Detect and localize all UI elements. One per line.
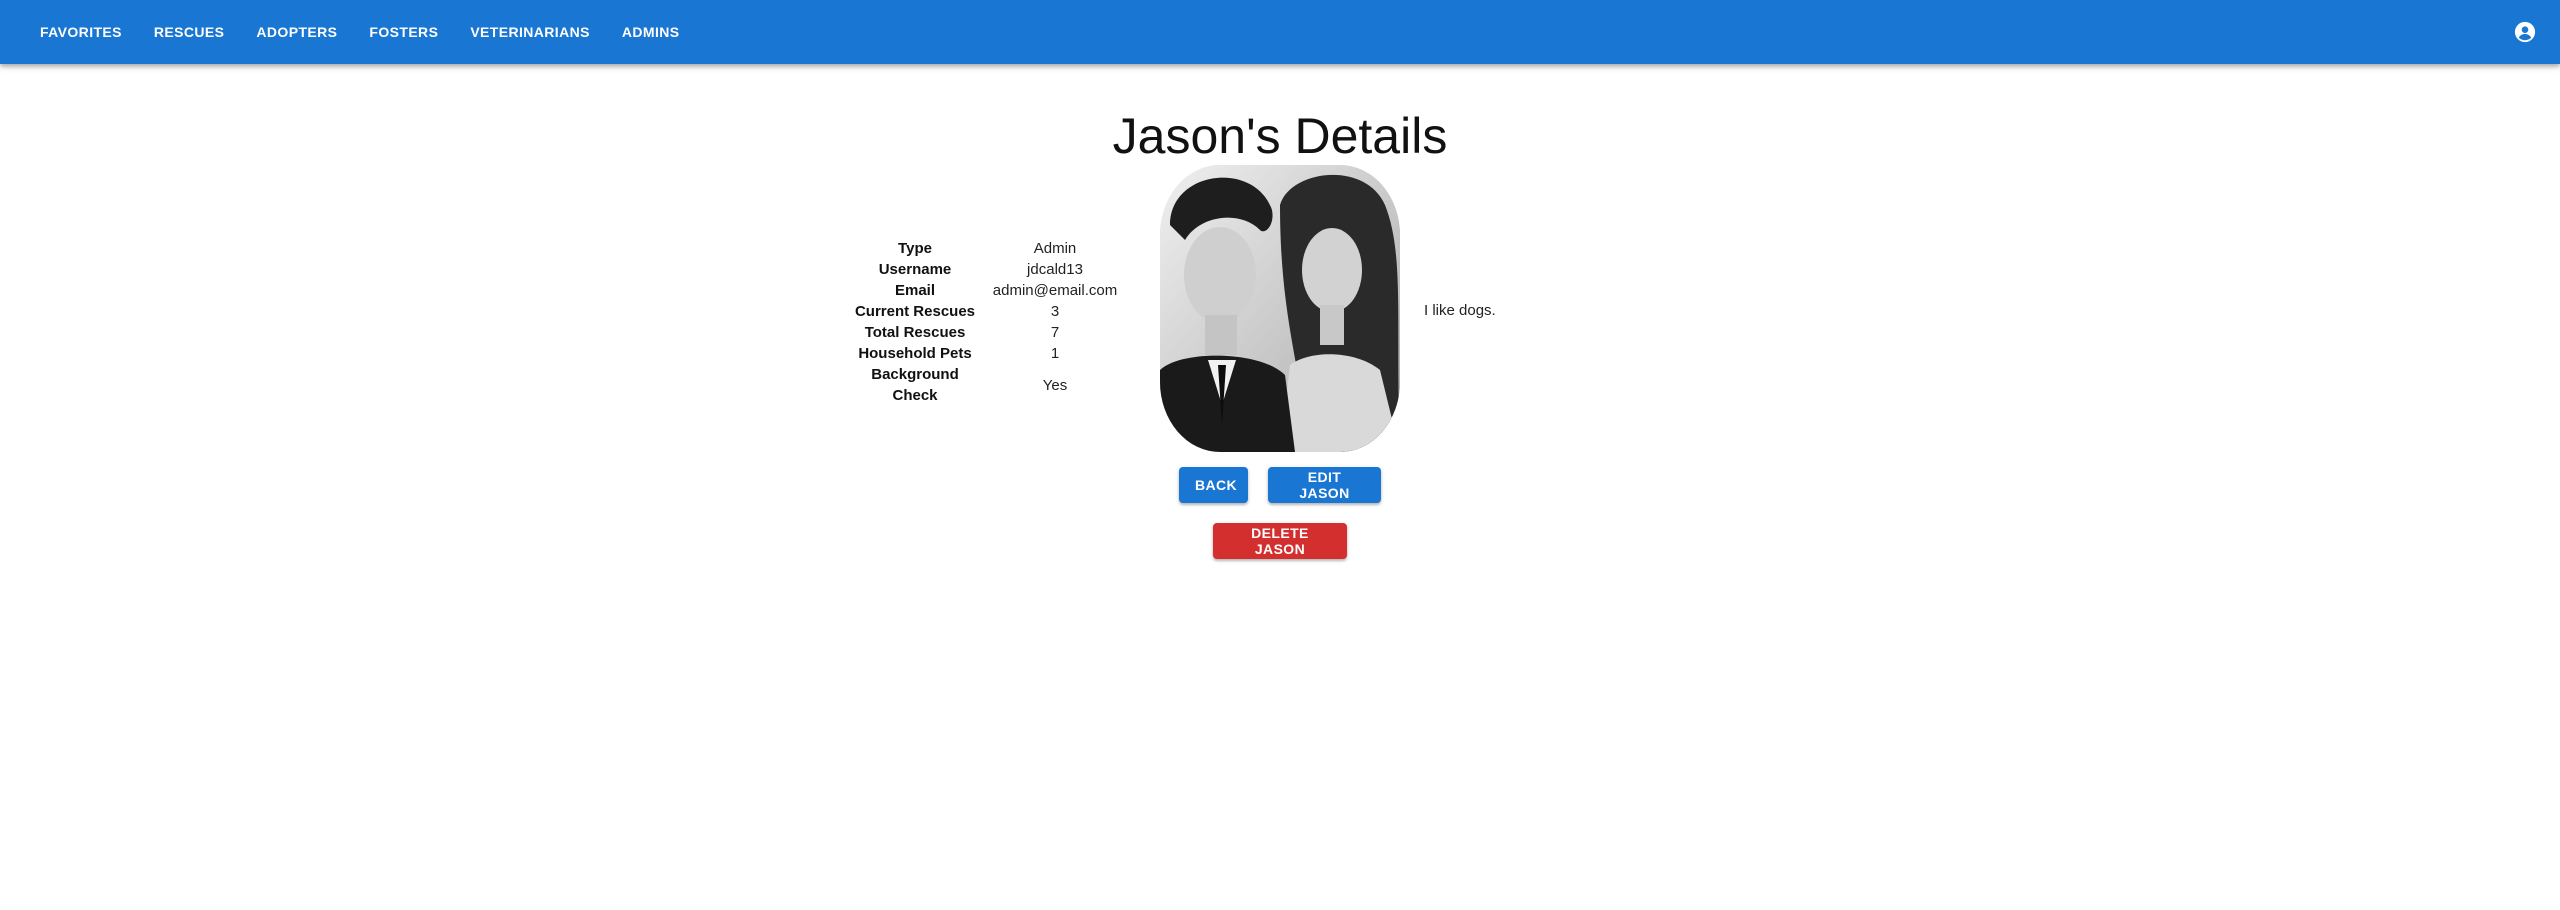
top-app-bar: FAVORITES RESCUES ADOPTERS FOSTERS VETER… [0,0,2560,64]
nav-veterinarians[interactable]: VETERINARIANS [454,16,606,48]
nav-fosters[interactable]: FOSTERS [353,16,454,48]
detail-label: Current Rescues [854,303,976,320]
detail-value: 7 [1050,324,1060,341]
detail-value: Admin [1033,240,1077,257]
detail-value: Yes [1042,376,1068,394]
account-circle-icon [2514,21,2536,43]
nav-adopters[interactable]: ADOPTERS [240,16,353,48]
profile-photo-illustration [1160,165,1400,452]
back-button[interactable]: BACK [1179,467,1248,503]
details-row: Background Check Yes [845,364,1125,406]
detail-value: admin@email.com [992,282,1118,299]
main-nav: FAVORITES RESCUES ADOPTERS FOSTERS VETER… [24,0,695,64]
profile-photo [1160,165,1400,452]
details-row: Email admin@email.com [845,280,1125,301]
details-row: Username jdcald13 [845,259,1125,280]
details-row: Current Rescues 3 [845,301,1125,322]
nav-rescues[interactable]: RESCUES [138,16,240,48]
details-row: Household Pets 1 [845,343,1125,364]
details-row: Type Admin [845,238,1125,259]
edit-button[interactable]: EDIT JASON [1268,467,1381,503]
detail-label: Username [878,261,952,278]
account-button[interactable] [2510,17,2540,47]
detail-value: jdcald13 [1027,261,1083,278]
detail-label: Email [894,282,936,299]
details-row: Total Rescues 7 [845,322,1125,343]
nav-favorites[interactable]: FAVORITES [24,16,138,48]
detail-label: Type [898,240,932,257]
details-table: Type Admin Username jdcald13 Email admin… [845,238,1125,406]
page-title: Jason's Details [1112,108,1448,164]
detail-label: Household Pets [858,345,972,362]
detail-label: Background Check [871,366,959,404]
detail-value: 3 [1050,303,1060,320]
delete-button[interactable]: DELETE JASON [1213,523,1347,559]
detail-label: Total Rescues [864,324,966,341]
detail-value: 1 [1050,345,1060,362]
bio-text: I like dogs. [1424,302,1496,319]
nav-admins[interactable]: ADMINS [606,16,696,48]
